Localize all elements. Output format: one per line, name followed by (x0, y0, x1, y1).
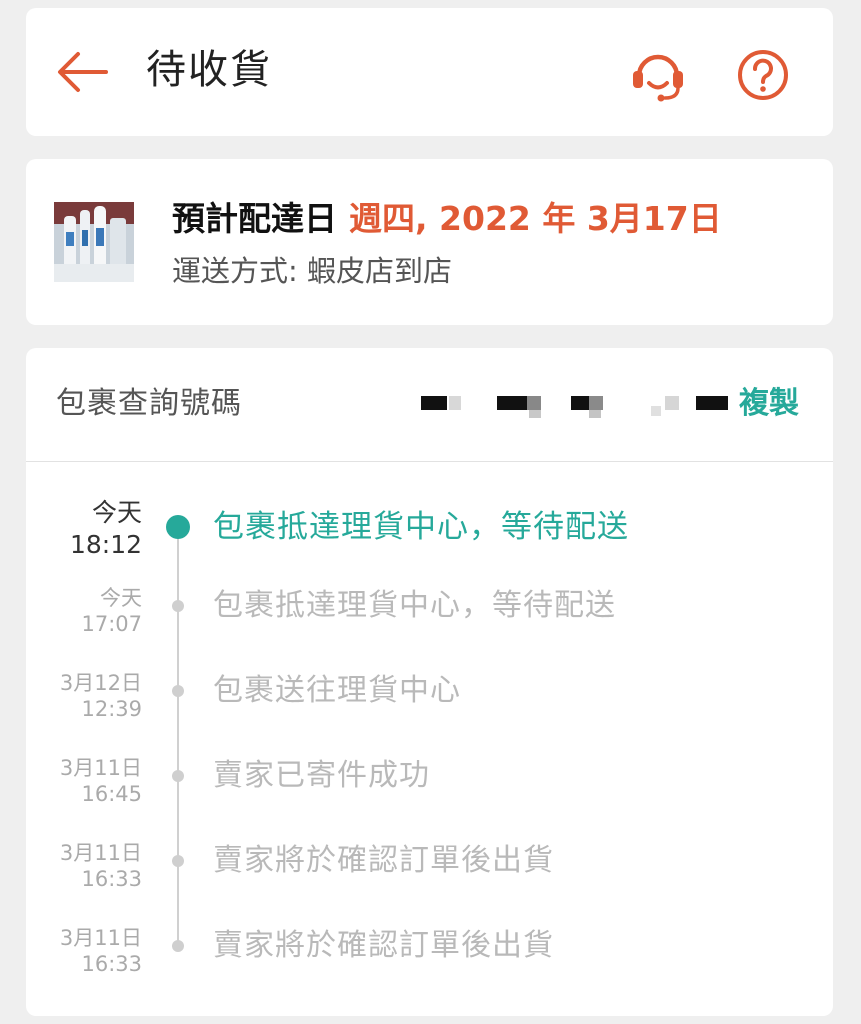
timeline-event: 3月11日 16:33 賣家將於確認訂單後出貨 (26, 841, 833, 925)
product-image (54, 202, 134, 282)
event-time: 17:07 (81, 612, 142, 636)
event-date: 今天 (91, 498, 142, 527)
tracking-number-row: 包裹查詢號碼 複製 (26, 348, 833, 462)
back-button[interactable] (56, 50, 110, 94)
headset-icon (633, 54, 683, 102)
timeline-event: 今天 17:07 包裹抵達理貨中心，等待配送 (26, 586, 833, 670)
copy-button[interactable]: 複製 (739, 384, 799, 424)
timeline-dot (172, 600, 184, 612)
event-text: 包裹抵達理貨中心，等待配送 (213, 588, 616, 623)
event-time: 16:33 (81, 952, 142, 976)
event-text: 包裹抵達理貨中心，等待配送 (213, 509, 629, 545)
event-date: 3月11日 (59, 926, 142, 950)
tracking-number-redacted (421, 392, 731, 420)
event-date: 今天 (100, 586, 142, 610)
event-date: 3月12日 (59, 671, 142, 695)
timeline-dot (172, 855, 184, 867)
question-circle-icon (738, 50, 788, 100)
header-bar: 待收貨 (26, 8, 833, 136)
event-text: 賣家將於確認訂單後出貨 (213, 928, 554, 963)
timeline-event: 3月11日 16:33 賣家將於確認訂單後出貨 (26, 926, 833, 1010)
timeline-event: 3月11日 16:45 賣家已寄件成功 (26, 756, 833, 840)
tracking-number-label: 包裹查詢號碼 (56, 386, 242, 421)
estimated-delivery-row: 預計配達日 週四, 2022 年 3月17日 (172, 197, 722, 241)
timeline-dot (172, 685, 184, 697)
event-time: 16:33 (81, 867, 142, 891)
event-text: 包裹送往理貨中心 (213, 673, 461, 708)
event-date: 3月11日 (59, 756, 142, 780)
event-text: 賣家將於確認訂單後出貨 (213, 843, 554, 878)
product-thumbnail[interactable] (54, 202, 134, 282)
arrow-left-icon (58, 52, 108, 92)
timeline-event: 今天 18:12 包裹抵達理貨中心，等待配送 (26, 499, 833, 585)
timeline-event: 3月12日 12:39 包裹送往理貨中心 (26, 671, 833, 755)
tracking-card: 包裹查詢號碼 複製 今天 18:12 包裹抵達理貨中心，等待配送 今天 17:0… (26, 348, 833, 1016)
shipping-method: 運送方式: 蝦皮店到店 (172, 254, 452, 288)
estimated-delivery-date: 週四, 2022 年 3月17日 (349, 199, 722, 238)
timeline-dot (172, 940, 184, 952)
estimated-delivery-label: 預計配達日 (172, 199, 337, 238)
event-time: 12:39 (81, 697, 142, 721)
timeline-dot (172, 770, 184, 782)
delivery-info-card: 預計配達日 週四, 2022 年 3月17日 運送方式: 蝦皮店到店 (26, 159, 833, 325)
event-time: 16:45 (81, 782, 142, 806)
page-title: 待收貨 (146, 47, 272, 93)
event-time: 18:12 (69, 530, 142, 559)
event-date: 3月11日 (59, 841, 142, 865)
timeline-dot-active (166, 515, 190, 539)
event-text: 賣家已寄件成功 (213, 758, 430, 793)
help-button[interactable] (736, 48, 790, 102)
customer-support-button[interactable] (629, 46, 687, 104)
